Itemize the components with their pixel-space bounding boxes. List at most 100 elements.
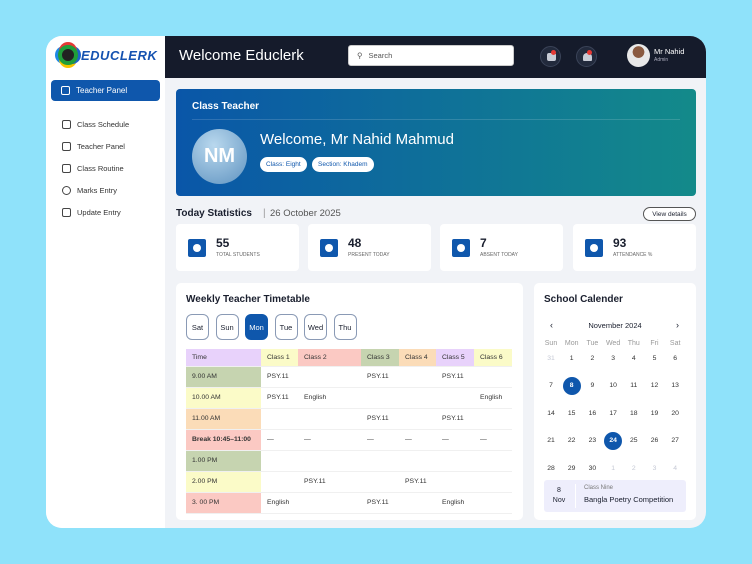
day-tab-tue[interactable]: Tue — [274, 314, 298, 340]
avatar[interactable] — [627, 44, 650, 67]
day-tab-mon[interactable]: Mon — [245, 314, 268, 340]
calendar-day-selected[interactable]: 8 — [562, 376, 581, 395]
calendar-day[interactable]: 31 — [542, 349, 560, 367]
table-row: 9.00 AM PSY.11 PSY.11 PSY.11 — [186, 366, 512, 388]
column-header: Class 6 — [474, 349, 512, 367]
class-badge: Class: Eight — [260, 157, 307, 172]
calendar-day[interactable]: 25 — [625, 432, 643, 450]
notification-button[interactable] — [576, 46, 597, 67]
calendar-day[interactable]: 15 — [563, 404, 581, 422]
calendar-day[interactable]: 29 — [563, 459, 581, 477]
section-badge: Section: Khadem — [312, 157, 374, 172]
banner-title: Class Teacher — [192, 101, 260, 112]
timetable-panel: Weekly Teacher Timetable Sat Sun Mon Tue Wed… — [176, 283, 523, 520]
timetable-title: Weekly Teacher Timetable — [186, 294, 310, 305]
calendar-day[interactable]: 14 — [542, 404, 560, 422]
class-cell: PSY.11 — [436, 366, 474, 388]
class-cell — [474, 471, 512, 493]
class-cell: — — [399, 429, 436, 451]
sidebar-item-class-routine[interactable]: Class Routine — [62, 164, 124, 173]
sidebar-item-update-entry[interactable]: Update Entry — [62, 208, 121, 217]
stat-value: 7 — [480, 236, 487, 250]
calendar-day[interactable]: 4 — [625, 349, 643, 367]
welcome-text: Welcome, Mr Nahid Mahmud — [260, 131, 454, 148]
calendar-day[interactable]: 19 — [646, 404, 664, 422]
stat-label: PRESENT TODAY — [348, 252, 390, 258]
class-cell: PSY.11 — [399, 471, 436, 493]
calendar-day[interactable]: 21 — [542, 432, 560, 450]
class-cell — [399, 450, 436, 472]
calendar-day[interactable]: 26 — [646, 432, 664, 450]
class-cell: PSY.11 — [436, 408, 474, 430]
calendar-day[interactable]: 10 — [604, 377, 622, 395]
table-row: 3. 00 PM English PSY.11 English — [186, 492, 512, 514]
calendar-day[interactable]: 2 — [583, 349, 601, 367]
table-row: 11.00 AM PSY.11 PSY.11 — [186, 408, 512, 430]
calendar-day[interactable]: 3 — [604, 349, 622, 367]
calendar-day[interactable]: 9 — [583, 377, 601, 395]
calendar-day[interactable]: 18 — [625, 404, 643, 422]
time-cell: Break 10:45–11:00 — [186, 429, 261, 451]
day-tab-sun[interactable]: Sun — [215, 314, 239, 340]
calendar-day[interactable]: 1 — [604, 459, 622, 477]
calendar-day[interactable]: 1 — [563, 349, 581, 367]
class-cell — [261, 450, 298, 472]
class-cell — [436, 471, 474, 493]
class-cell — [399, 366, 436, 388]
calendar-day[interactable]: 13 — [666, 377, 684, 395]
calendar-day[interactable]: 2 — [625, 459, 643, 477]
time-cell: 9.00 AM — [186, 366, 261, 388]
calendar-day[interactable]: 17 — [604, 404, 622, 422]
class-cell: PSY.11 — [361, 408, 399, 430]
sidebar-item-class-schedule[interactable]: Class Schedule — [62, 120, 129, 129]
calendar-day[interactable]: 12 — [646, 377, 664, 395]
calendar-day[interactable]: 27 — [666, 432, 684, 450]
class-cell: PSY.11 — [298, 471, 361, 493]
stat-card-absent: 7 ABSENT TODAY — [440, 224, 563, 271]
search-input[interactable]: ⚲ Search — [348, 45, 514, 66]
class-cell — [298, 492, 361, 514]
sidebar-item-label: Marks Entry — [77, 186, 118, 195]
class-cell — [399, 387, 436, 409]
calendar-day[interactable]: 23 — [583, 432, 601, 450]
day-tab-wed[interactable]: Wed — [304, 314, 327, 340]
class-cell — [261, 408, 298, 430]
calendar-day-selected[interactable]: 24 — [604, 431, 623, 450]
day-tab-thu[interactable]: Thu — [333, 314, 357, 340]
class-cell — [361, 450, 399, 472]
grid-icon — [61, 86, 70, 95]
separator: | — [263, 208, 266, 219]
calendar-day[interactable]: 28 — [542, 459, 560, 477]
calendar-day[interactable]: 6 — [666, 349, 684, 367]
class-cell: — — [261, 429, 298, 451]
logo-icon — [58, 45, 78, 65]
page-title: Welcome Educlerk — [179, 47, 304, 64]
calendar-title: School Calender — [544, 294, 623, 305]
check-icon — [320, 239, 338, 257]
sidebar-item-marks-entry[interactable]: Marks Entry — [62, 186, 117, 195]
next-month-button[interactable]: › — [676, 320, 679, 330]
event-month: Nov — [552, 497, 566, 504]
sidebar-item-label: Teacher Panel — [77, 142, 125, 151]
calendar-day[interactable]: 30 — [583, 459, 601, 477]
table-header-row: Time Class 1 Class 2 Class 3 Class 4 Class 5C… — [186, 349, 512, 367]
class-cell: English — [261, 492, 298, 514]
mail-button[interactable] — [540, 46, 561, 67]
class-teacher-banner: Class Teacher NM Welcome, Mr Nahid Mahmu… — [176, 89, 696, 196]
calendar-day[interactable]: 7 — [542, 377, 560, 395]
calendar-day[interactable]: 11 — [625, 377, 643, 395]
search-placeholder: Search — [368, 51, 393, 60]
user-role: Admin — [654, 57, 669, 63]
view-details-button[interactable]: View details — [643, 207, 696, 221]
calendar-day[interactable]: 16 — [583, 404, 601, 422]
sidebar-item-teacher-panel-active[interactable]: Teacher Panel — [51, 80, 160, 101]
calendar-day[interactable]: 5 — [646, 349, 664, 367]
time-cell: 11.00 AM — [186, 408, 261, 430]
calendar-day[interactable]: 20 — [666, 404, 684, 422]
day-tab-sat[interactable]: Sat — [186, 314, 209, 340]
calendar-event[interactable]: 8 Nov Class Nine Bangla Poetry Competitio… — [544, 480, 686, 512]
calendar-day[interactable]: 3 — [646, 459, 664, 477]
sidebar-item-teacher-panel[interactable]: Teacher Panel — [62, 142, 125, 151]
calendar-day[interactable]: 4 — [666, 459, 684, 477]
calendar-day[interactable]: 22 — [563, 432, 581, 450]
